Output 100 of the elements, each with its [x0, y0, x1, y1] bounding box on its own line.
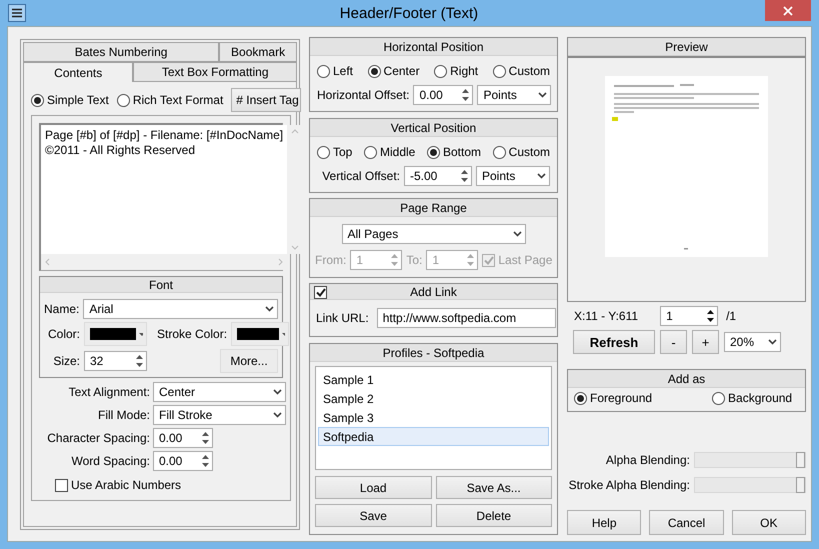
list-item[interactable]: Sample 1 — [318, 370, 549, 389]
spin-arrows-icon[interactable] — [461, 170, 468, 182]
group-title: Add Link — [410, 284, 457, 298]
field-label: Name: — [44, 302, 80, 316]
group-title: Page Range — [400, 200, 467, 214]
spin-arrows-icon[interactable] — [202, 455, 209, 467]
group-title: Add as — [668, 372, 706, 386]
group-title: Horizontal Position — [383, 40, 484, 54]
more-button[interactable]: More... — [220, 349, 278, 373]
field-label: Text Alignment: — [68, 385, 150, 399]
group-title: Vertical Position — [390, 120, 476, 134]
radio-option[interactable]: Left — [317, 64, 354, 78]
blending-slider[interactable] — [694, 477, 806, 493]
dropdown[interactable]: Points — [476, 166, 550, 186]
slider-thumb[interactable] — [796, 477, 805, 493]
field-label: Alpha Blending: — [606, 453, 690, 467]
dialog-button[interactable]: OK — [732, 510, 806, 535]
refresh-button[interactable]: Refresh — [573, 330, 655, 354]
group-title: Font — [148, 278, 173, 292]
field-label: Color: — [46, 327, 80, 341]
close-button[interactable] — [765, 0, 811, 21]
field-label: Vertical Offset: — [322, 169, 400, 183]
spin-field[interactable]: -5.00 — [404, 166, 472, 186]
chevron-icon — [273, 412, 282, 418]
profile-button[interactable]: Save As... — [436, 476, 552, 499]
field-label: Size: — [52, 354, 80, 368]
dropdown[interactable]: Center — [153, 382, 286, 402]
spin-arrows-icon[interactable] — [462, 89, 470, 101]
field-label: Character Spacing: — [47, 431, 150, 445]
group-title: Preview — [665, 40, 708, 54]
field-label: X:11 - Y:611 — [574, 309, 638, 323]
check-mark-icon — [316, 288, 326, 297]
text-line: Page [#b] of [#dp] - Filename: [#InDocName] — [45, 128, 284, 143]
chevron-icon — [537, 173, 546, 179]
spin-arrows-icon[interactable] — [707, 310, 714, 322]
field-label: /1 — [726, 309, 736, 323]
profile-button[interactable]: Save — [315, 504, 432, 527]
checkbox[interactable]: Use Arabic Numbers — [55, 478, 182, 492]
field-label: Fill Mode: — [98, 408, 150, 422]
caret-icon — [139, 332, 143, 336]
radio-option[interactable]: Simple Text — [31, 93, 109, 107]
field-label: Word Spacing: — [72, 454, 150, 468]
zoom-in-button[interactable]: + — [692, 330, 719, 354]
chevron-icon — [512, 231, 522, 237]
spin-arrows-icon[interactable] — [136, 355, 143, 367]
dropdown[interactable]: Points — [477, 85, 552, 105]
check-mark-icon — [484, 256, 494, 264]
tab[interactable]: Contents — [23, 62, 134, 82]
field-label: Stroke Color: — [157, 327, 228, 341]
dropdown[interactable]: Fill Stroke — [153, 405, 286, 425]
tab[interactable]: Text Box Formatting — [133, 62, 297, 82]
spin-field[interactable]: 0.00 — [153, 451, 213, 471]
profile-button[interactable]: Delete — [436, 504, 552, 527]
caret-icon — [282, 332, 286, 336]
list-item[interactable]: Sample 2 — [318, 389, 549, 408]
radio-option[interactable]: Background — [712, 391, 792, 405]
list-item[interactable]: Softpedia — [318, 427, 549, 446]
window-title: Header/Footer (Text) — [338, 4, 480, 22]
spin-field[interactable]: 1 — [660, 306, 718, 326]
color-picker[interactable] — [231, 322, 290, 346]
spin-field[interactable]: 0.00 — [413, 85, 474, 105]
radio-option[interactable]: Middle — [364, 145, 416, 159]
slider-thumb[interactable] — [796, 452, 805, 468]
radio-option[interactable]: Center — [368, 64, 420, 78]
tab[interactable]: Bates Numbering — [23, 42, 220, 62]
url-field[interactable]: http://www.softpedia.com — [376, 308, 556, 328]
profile-button[interactable]: Load — [315, 476, 432, 499]
text-line: ©2011 - All Rights Reserved — [45, 143, 196, 158]
checkbox[interactable] — [314, 286, 327, 299]
radio-option[interactable]: Custom — [492, 145, 550, 159]
zoom-out-button[interactable]: - — [660, 330, 687, 354]
dropdown[interactable]: Arial — [83, 299, 278, 319]
dialog-button[interactable]: Cancel — [649, 510, 724, 535]
dialog-button[interactable]: Help — [567, 510, 642, 535]
list-item[interactable]: Sample 3 — [318, 408, 549, 427]
blending-slider[interactable] — [694, 452, 806, 468]
color-picker[interactable] — [84, 322, 147, 346]
radio-option[interactable]: Top — [317, 145, 352, 159]
radio-option[interactable]: Foreground — [574, 391, 652, 405]
field-label: From: — [315, 253, 346, 267]
group-title: Profiles - Softpedia — [382, 346, 484, 360]
chevron-icon — [273, 389, 282, 395]
tab[interactable]: Bookmark — [219, 42, 297, 62]
chevron-icon — [768, 339, 777, 345]
chevron-icon — [538, 92, 548, 98]
field-label: Link URL: — [316, 311, 369, 325]
field-label: Horizontal Offset: — [317, 88, 410, 102]
radio-option[interactable]: Rich Text Format — [116, 93, 224, 107]
field-label: Stroke Alpha Blending: — [568, 478, 690, 492]
spin-arrows-icon[interactable] — [202, 432, 209, 444]
radio-option[interactable]: Custom — [492, 64, 550, 78]
radio-option[interactable]: Right — [434, 64, 478, 78]
field-label: To: — [406, 253, 422, 267]
radio-option[interactable]: Bottom — [427, 145, 482, 159]
spin-field[interactable]: 32 — [84, 351, 147, 371]
insert-tag-button[interactable]: # Insert Tag — [231, 88, 302, 112]
spin-field[interactable]: 0.00 — [153, 428, 213, 448]
menu-icon[interactable] — [8, 4, 26, 22]
dropdown[interactable]: 20% — [724, 332, 781, 352]
close-icon[interactable] — [783, 6, 793, 16]
